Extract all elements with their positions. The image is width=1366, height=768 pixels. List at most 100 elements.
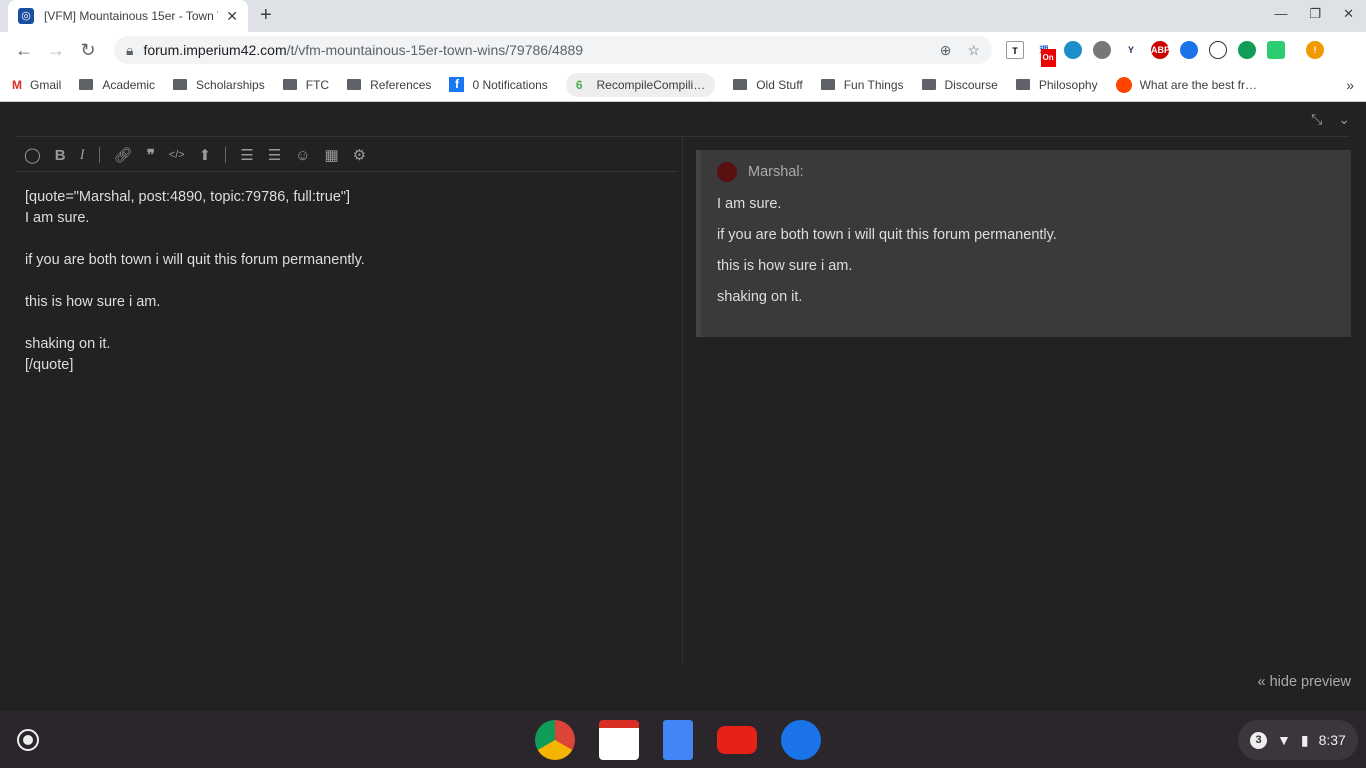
star-icon[interactable]: ☆ xyxy=(967,42,980,59)
bookmark-folder-fun-things[interactable]: Fun Things xyxy=(820,77,904,92)
facebook-icon: f xyxy=(449,77,465,92)
bookmark-label: FTC xyxy=(305,77,330,92)
reload-icon[interactable]: ↻ xyxy=(72,40,104,61)
reddit-icon xyxy=(1115,76,1132,93)
bold-icon[interactable]: B xyxy=(55,147,66,164)
tab-title: [VFM] Mountainous 15er - Town Wins xyxy=(44,9,218,23)
extension-dictionary-icon[interactable]: 理On xyxy=(1035,41,1056,67)
clock-icon[interactable] xyxy=(1209,41,1227,59)
new-tab-button[interactable]: + xyxy=(260,4,272,27)
speech-bubble-icon[interactable]: ◯ xyxy=(24,146,41,164)
code-icon[interactable]: </> xyxy=(169,149,185,161)
bullet-list-icon[interactable]: ☰ xyxy=(240,146,253,164)
url-host: forum.imperium42.com xyxy=(143,42,287,58)
clock-time: 8:37 xyxy=(1318,732,1346,748)
italic-icon[interactable]: I xyxy=(80,147,85,164)
docs-icon[interactable] xyxy=(663,720,693,760)
status-tray[interactable]: 3 ▼ ▮ 8:37 xyxy=(1238,720,1358,760)
extension-green-icon[interactable] xyxy=(1267,41,1285,59)
chevron-down-icon[interactable]: ⌄ xyxy=(1338,111,1350,128)
gmail-icon: M xyxy=(12,77,22,92)
bookmark-folder-academic[interactable]: Academic xyxy=(79,78,155,92)
bookmark-label: Philosophy xyxy=(1038,77,1098,92)
wifi-icon: ▼ xyxy=(1277,732,1291,748)
numbered-list-icon[interactable]: ☰ xyxy=(268,146,281,164)
bookmark-folder-philosophy[interactable]: Philosophy xyxy=(1015,77,1098,92)
shelf: 3 ▼ ▮ 8:37 xyxy=(0,711,1366,768)
lock-icon: 🔒︎ xyxy=(126,41,134,58)
hide-preview-link[interactable]: « hide preview xyxy=(1258,674,1352,690)
url-path: /t/vfm-mountainous-15er-town-wins/79786/… xyxy=(286,42,584,58)
adblock-icon[interactable]: ABP xyxy=(1151,41,1170,59)
tab-active[interactable]: ◎ [VFM] Mountainous 15er - Town Wins ✕ xyxy=(8,0,248,32)
close-tab-icon[interactable]: ✕ xyxy=(226,8,238,25)
folder-icon xyxy=(173,79,188,90)
bookmark-gmail[interactable]: M Gmail xyxy=(12,78,61,92)
hangouts-icon[interactable] xyxy=(1238,41,1256,59)
folder-icon xyxy=(921,79,936,90)
extension-badge: On xyxy=(1040,49,1056,67)
bookmark-label: Fun Things xyxy=(843,77,904,92)
folder-icon xyxy=(347,79,362,90)
bookmark-folder-scholarships[interactable]: Scholarships xyxy=(173,78,265,92)
site-favicon-icon: ◎ xyxy=(18,8,34,24)
folder-icon xyxy=(820,79,835,90)
bookmark-label: Scholarships xyxy=(196,77,265,92)
back-icon[interactable]: ← xyxy=(8,40,40,61)
minimize-icon[interactable]: — xyxy=(1274,6,1287,22)
editor-toolbar: ◯ B I 🔗︎ ❞ </> ⬆ ☰ ☰ ☺ ▦ ⚙ xyxy=(24,146,366,165)
update-alert-icon[interactable]: ! xyxy=(1306,41,1324,59)
more-bookmarks-icon[interactable]: » xyxy=(1346,77,1354,93)
folder-icon xyxy=(1015,79,1030,90)
bookmark-folder-old-stuff[interactable]: Old Stuff xyxy=(733,77,803,92)
preview-quote: Marshal: I am sure. if you are both town… xyxy=(696,150,1351,337)
quote-author: Marshal: xyxy=(748,164,804,180)
add-icon[interactable]: ⊕ xyxy=(940,42,952,59)
youtube-icon[interactable] xyxy=(717,726,757,754)
bookmark-label: Discourse xyxy=(944,77,998,92)
messages-icon[interactable] xyxy=(781,720,821,760)
bookmarks-bar: M Gmail Academic Scholarships FTC Referen… xyxy=(0,68,1366,102)
reply-textarea[interactable]: [quote="Marshal, post:4890, topic:79786,… xyxy=(25,187,665,376)
bookmark-label: RecompileCompili… xyxy=(596,77,706,92)
collapse-icon[interactable]: ⤡ xyxy=(1311,111,1322,128)
forward-icon[interactable]: → xyxy=(40,40,72,61)
bookmark-folder-discourse[interactable]: Discourse xyxy=(921,77,998,92)
extension-eye-icon[interactable] xyxy=(1064,41,1082,59)
bookmark-reddit[interactable]: What are the best fr… xyxy=(1115,76,1257,93)
bookmark-label: References xyxy=(370,77,432,92)
extension-shield-icon[interactable] xyxy=(1093,41,1111,59)
quote-paragraph: this is how sure i am. xyxy=(717,258,853,274)
chrome-icon[interactable] xyxy=(535,720,575,760)
extension-globe-icon[interactable] xyxy=(1180,41,1198,59)
blockquote-icon[interactable]: ❞ xyxy=(147,146,155,164)
notification-count: 3 xyxy=(1250,731,1267,749)
link-icon[interactable]: 🔗︎ xyxy=(114,146,133,164)
bookmark-folder-references[interactable]: References xyxy=(347,78,431,92)
upload-icon[interactable]: ⬆ xyxy=(199,146,212,164)
bookmark-facebook[interactable]: f 0 Notifications xyxy=(449,77,548,92)
close-window-icon[interactable]: ✕ xyxy=(1343,6,1354,22)
bookmark-label: What are the best fr… xyxy=(1139,77,1257,92)
quote-paragraph: shaking on it. xyxy=(717,289,803,305)
tab-strip: ◎ [VFM] Mountainous 15er - Town Wins ✕ +… xyxy=(0,0,1366,32)
quote-paragraph: if you are both town i will quit this fo… xyxy=(717,227,1057,243)
gear-icon[interactable]: ⚙ xyxy=(353,146,366,164)
battery-icon: ▮ xyxy=(1300,731,1309,748)
bookmark-label: 0 Notifications xyxy=(472,77,548,92)
address-bar[interactable]: 🔒︎ forum.imperium42.com/t/vfm-mountainou… xyxy=(114,36,992,64)
emoji-icon[interactable]: ☺ xyxy=(295,147,310,164)
extension-y-icon[interactable]: Y xyxy=(1122,41,1140,59)
bookmark-folder-ftc[interactable]: FTC xyxy=(282,77,330,92)
bookmark-label: Old Stuff xyxy=(756,77,803,92)
folder-icon xyxy=(79,79,94,90)
bookmark-label: Academic xyxy=(102,77,156,92)
launcher-icon[interactable] xyxy=(17,729,39,751)
folder-icon xyxy=(733,79,748,90)
recompile-icon: 6 xyxy=(575,77,583,92)
bookmark-recompile[interactable]: 6 RecompileCompili… xyxy=(565,72,716,97)
extension-t-icon[interactable]: T xyxy=(1006,41,1024,59)
restore-icon[interactable]: ❐ xyxy=(1309,6,1321,22)
gmail-app-icon[interactable] xyxy=(599,720,639,760)
calendar-icon[interactable]: ▦ xyxy=(324,146,338,164)
